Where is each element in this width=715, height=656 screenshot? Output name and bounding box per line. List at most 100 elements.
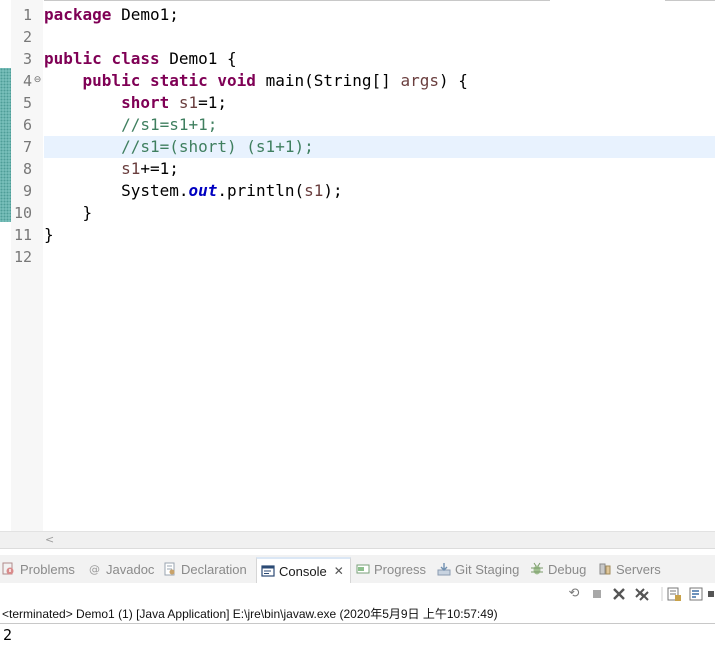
line-number: 4 — [22, 72, 32, 90]
code-line-content: s1+=1; — [44, 158, 715, 180]
code-line[interactable]: 12 — [0, 246, 715, 268]
console-status-divider — [0, 623, 715, 624]
code-token: s1 — [178, 93, 199, 112]
code-line-content: } — [44, 202, 715, 224]
tab-debug-label: Debug — [548, 561, 587, 577]
code-token: public — [82, 71, 141, 90]
line-number: 2 — [22, 28, 32, 46]
tab-git-staging-label: Git Staging — [455, 561, 520, 577]
tab-progress-label: Progress — [374, 561, 427, 577]
more-icon[interactable] — [707, 586, 715, 602]
console-toolbar: ⟲ — [0, 583, 715, 605]
code-line[interactable]: 8 s1+=1; — [0, 158, 715, 180]
code-line[interactable]: 10 } — [0, 202, 715, 224]
problems-icon — [2, 562, 16, 576]
servers-icon — [598, 562, 612, 576]
code-text: short s1=1; — [44, 92, 227, 114]
code-token: short — [121, 93, 170, 112]
tab-javadoc[interactable]: @ Javadoc — [88, 557, 154, 581]
code-text: //s1=s1+1; — [44, 114, 217, 136]
code-text: } — [44, 202, 93, 224]
stop-icon[interactable] — [589, 586, 605, 602]
code-token: args — [400, 71, 439, 90]
line-number: 8 — [22, 160, 32, 178]
code-token: out — [188, 181, 218, 200]
line-number: 9 — [22, 182, 32, 200]
console-output[interactable]: 2 — [3, 624, 12, 646]
tab-servers-label: Servers — [616, 561, 661, 577]
tab-progress[interactable]: Progress — [356, 557, 426, 581]
remove-all-terminated-icon[interactable] — [634, 586, 650, 602]
tab-git-staging[interactable]: Git Staging — [437, 557, 519, 581]
code-line[interactable]: 7 //s1=(short) (s1+1); — [0, 136, 715, 158]
code-line[interactable]: 9 System.out.println(s1); — [0, 180, 715, 202]
tab-console[interactable]: Console ✕ — [256, 557, 351, 583]
code-line-content: //s1=(short) (s1+1); — [44, 136, 715, 158]
code-line-content: package Demo1; — [44, 4, 715, 26]
code-line-content: public class Demo1 { — [44, 48, 715, 70]
code-token: System. — [44, 181, 189, 200]
tab-servers[interactable]: Servers — [598, 557, 661, 581]
code-token: class — [111, 49, 160, 68]
code-line[interactable]: 1 package Demo1; — [0, 4, 715, 26]
code-text: //s1=(short) (s1+1); — [44, 136, 314, 158]
code-text: package Demo1; — [44, 4, 179, 26]
tab-console-label: Console — [279, 563, 327, 579]
code-editor[interactable]: 1 package Demo1; 2 3 public class Demo1 {4 ⊖ … — [0, 0, 715, 531]
code-text: } — [44, 224, 54, 246]
code-line-content — [44, 246, 715, 268]
declaration-icon — [163, 562, 177, 576]
line-number: 7 — [22, 138, 32, 156]
tab-declaration[interactable]: Declaration — [163, 557, 247, 581]
code-text: s1+=1; — [44, 158, 179, 180]
editor-top-border — [44, 0, 550, 1]
tab-problems[interactable]: Problems — [2, 557, 75, 581]
code-line-content: //s1=s1+1; — [44, 114, 715, 136]
word-wrap-icon[interactable] — [689, 586, 705, 602]
console-icon — [261, 564, 275, 578]
tab-declaration-label: Declaration — [181, 561, 247, 577]
code-line-content — [44, 26, 715, 48]
disconnect-icon[interactable]: ⟲ — [566, 586, 582, 602]
line-number: 10 — [13, 204, 32, 222]
code-line[interactable]: 11} — [0, 224, 715, 246]
editor-top-border-right — [665, 0, 715, 1]
code-token: s1 — [121, 159, 141, 178]
code-line[interactable]: 2 — [0, 26, 715, 48]
code-token: ); — [323, 181, 343, 200]
progress-icon — [356, 562, 370, 576]
code-token: void — [217, 71, 256, 90]
code-token: } — [44, 203, 93, 222]
code-token: //s1=s1+1; — [121, 115, 218, 134]
code-line[interactable]: 3 public class Demo1 { — [0, 48, 715, 70]
code-line-content: short s1=1; — [44, 92, 715, 114]
code-line[interactable]: 6 //s1=s1+1; — [0, 114, 715, 136]
code-line-content: System.out.println(s1); — [44, 180, 715, 202]
line-number: 5 — [22, 94, 32, 112]
collapse-icon[interactable]: ⊖ — [32, 75, 43, 86]
code-line-content: public static void main(String[] args) { — [44, 70, 715, 92]
code-token: Demo1 { — [159, 49, 237, 68]
code-text: public static void main(String[] args) { — [44, 70, 468, 92]
tab-debug[interactable]: Debug — [530, 557, 586, 581]
code-token: //s1=(short) (s1+1); — [121, 137, 314, 156]
tab-javadoc-label: Javadoc — [106, 561, 155, 577]
horizontal-scrollbar[interactable]: < — [0, 531, 715, 548]
console-status: <terminated> Demo1 (1) [Java Application… — [2, 607, 498, 621]
code-token: =1; — [198, 93, 228, 112]
code-token: main(String[] — [255, 71, 401, 90]
remove-launch-icon[interactable] — [611, 586, 627, 602]
code-token: ) { — [438, 71, 468, 90]
code-token: public — [44, 49, 102, 68]
close-icon[interactable]: ✕ — [334, 564, 344, 578]
view-tab-bar: Problems @ Javadoc Declaration Console ✕… — [0, 555, 715, 583]
code-line[interactable]: 5 short s1=1; — [0, 92, 715, 114]
scroll-left-icon[interactable]: < — [45, 533, 54, 546]
svg-text:@: @ — [89, 563, 100, 576]
code-line[interactable]: 4 ⊖ public static void main(String[] args… — [0, 70, 715, 92]
scroll-lock-icon[interactable] — [666, 586, 682, 602]
